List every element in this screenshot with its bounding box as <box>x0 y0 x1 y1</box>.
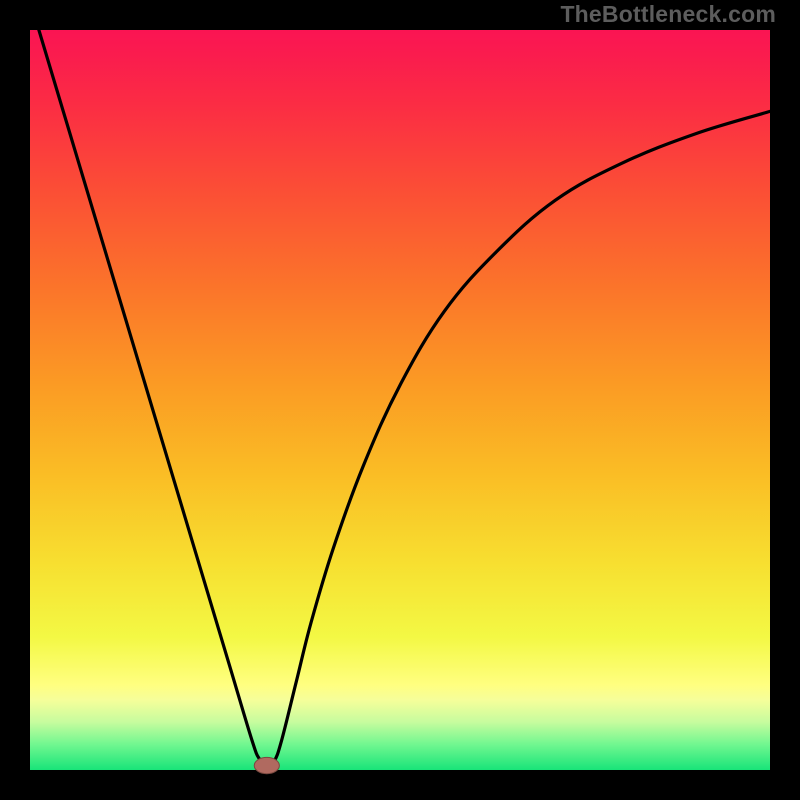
minimum-marker <box>254 757 279 773</box>
watermark-text: TheBottleneck.com <box>560 1 776 28</box>
plot-background <box>30 30 770 770</box>
bottleneck-chart <box>0 0 800 800</box>
chart-frame: { "watermark": "TheBottleneck.com", "col… <box>0 0 800 800</box>
